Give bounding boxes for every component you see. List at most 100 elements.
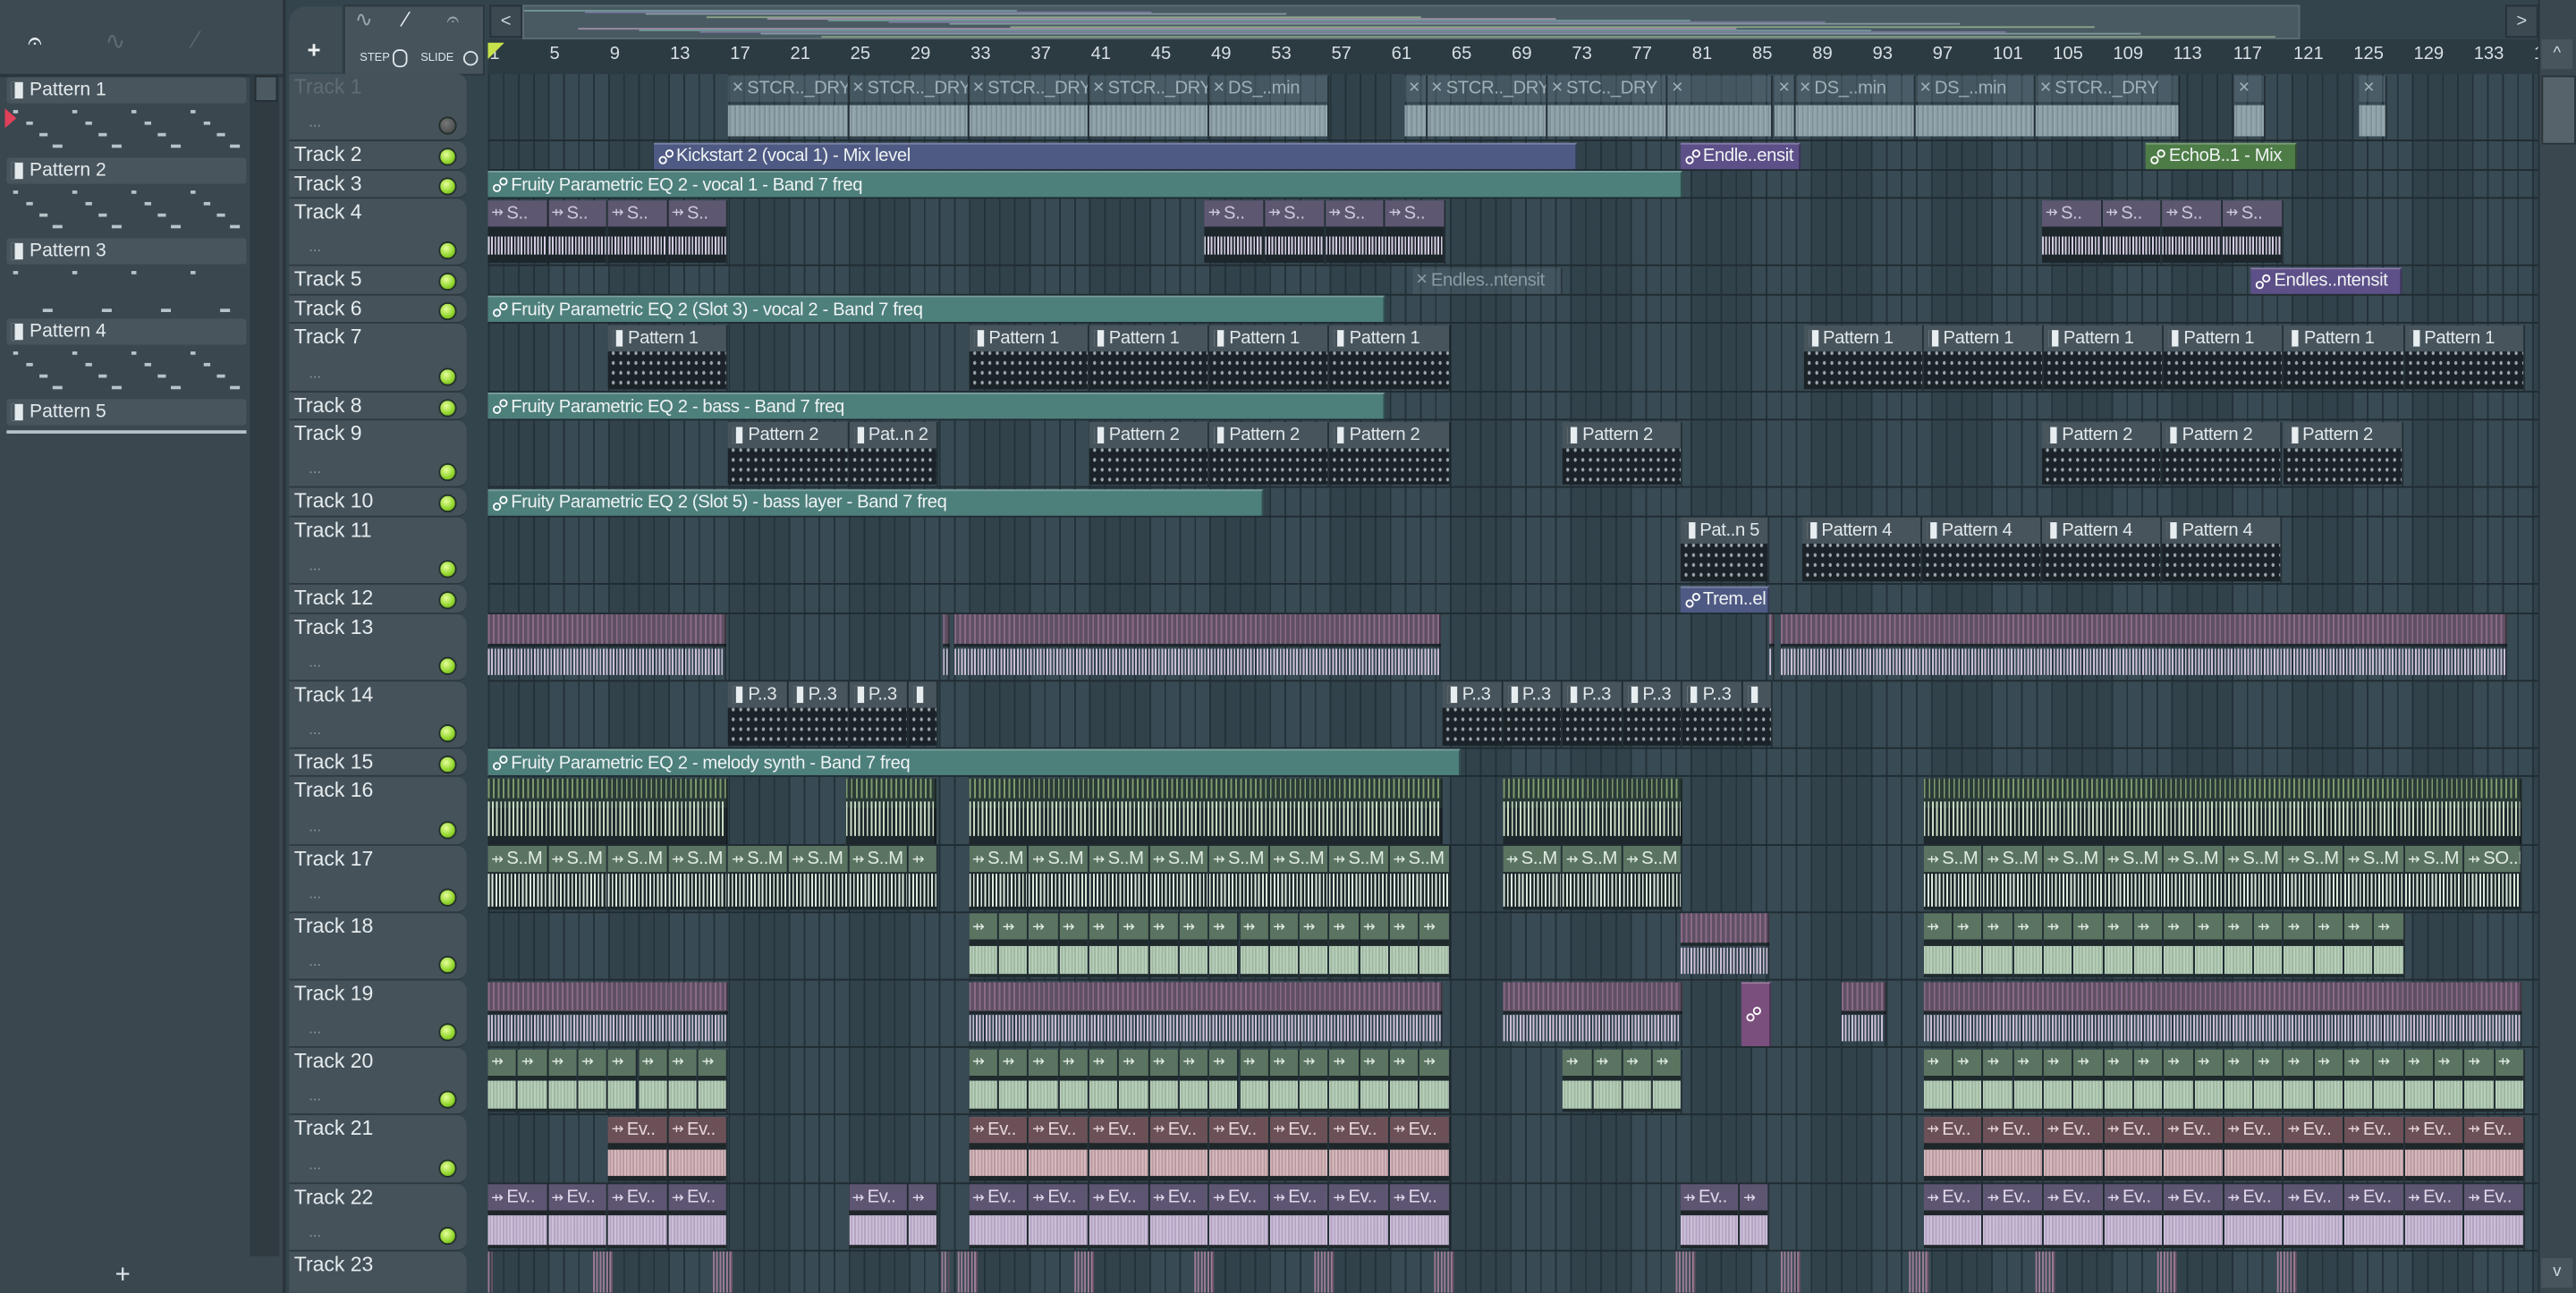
clip-header[interactable]: ✕ STCR.._DRY xyxy=(848,74,968,101)
clip-g2[interactable]: ⇸ xyxy=(518,1049,548,1114)
clip-header[interactable]: ⇸ xyxy=(1269,1049,1299,1076)
clip-thin[interactable] xyxy=(958,1252,979,1293)
clip-header[interactable]: Fruity Parametric EQ 2 - bass - Band 7 f… xyxy=(487,394,1383,419)
clip-thin[interactable] xyxy=(942,1252,950,1293)
clip-header[interactable]: ⇸ xyxy=(2043,913,2072,941)
clip-thin[interactable] xyxy=(2276,1252,2297,1293)
clip-pat[interactable]: Pattern 1 xyxy=(1089,325,1210,391)
clip-g2[interactable]: ⇸ xyxy=(2314,1049,2344,1114)
clip-teal[interactable]: Fruity Parametric EQ 2 - bass - Band 7 f… xyxy=(487,393,1385,419)
clip-g2[interactable]: ⇸ xyxy=(698,1049,729,1114)
clip-lav[interactable]: ⇸ S.. xyxy=(2102,199,2163,266)
clip-g2[interactable]: ⇸ xyxy=(1089,1049,1120,1114)
clip-header[interactable]: ⇸ xyxy=(487,1049,517,1076)
clip-lav[interactable]: ⇸ S.. xyxy=(1265,199,1326,266)
clip-header[interactable]: ⇸ S.. xyxy=(2162,199,2222,226)
clip-header[interactable]: ⇸ Ev.. xyxy=(1209,1116,1268,1144)
clip-header[interactable]: ⇸ xyxy=(2224,913,2253,941)
clip-sm[interactable]: ⇸ S..M xyxy=(1389,846,1451,911)
clip-header[interactable]: ⇸ xyxy=(2104,913,2132,941)
clip-thin[interactable] xyxy=(1780,1252,1801,1293)
clip-mar[interactable]: ⇸ Ev.. xyxy=(668,1116,729,1182)
clip-gray[interactable]: ✕ xyxy=(2234,74,2265,140)
clip-g2[interactable]: ⇸ xyxy=(2104,913,2134,979)
clip-spink[interactable] xyxy=(1923,981,2522,1047)
clip-g2[interactable]: ⇸ xyxy=(2284,1049,2315,1114)
clip-pur[interactable]: ⇸ Ev.. xyxy=(1029,1184,1089,1250)
clip-gray[interactable]: ✕ STC.._DRY xyxy=(1547,74,1668,140)
track-name[interactable]: Track 16 xyxy=(294,779,373,802)
pattern-list-scrollbar[interactable] xyxy=(250,73,280,1257)
clip-header[interactable]: Pattern 1 xyxy=(2043,325,2163,351)
track-enable-led[interactable] xyxy=(438,1226,457,1245)
clip-mar[interactable]: ⇸ Ev.. xyxy=(2343,1116,2405,1182)
clip-mar[interactable]: ⇸ Ev.. xyxy=(1983,1116,2044,1182)
clip-header[interactable]: ⇸ S..M xyxy=(2164,846,2223,873)
clip-mar[interactable]: ⇸ Ev.. xyxy=(607,1116,669,1182)
clip-ghost[interactable]: ✕ Endles..ntensit xyxy=(1412,267,1563,294)
scroll-right-button[interactable]: > xyxy=(2504,4,2538,38)
clip-sm[interactable]: ⇸ S..M xyxy=(1209,846,1270,911)
track-header[interactable]: Track 22... xyxy=(289,1183,467,1252)
clip-header[interactable]: Fruity Parametric EQ 2 (Slot 3) - vocal … xyxy=(487,298,1383,323)
clip-lav[interactable]: ⇸ S.. xyxy=(668,199,729,266)
clip-header[interactable]: Fruity Parametric EQ 2 - vocal 1 - Band … xyxy=(487,173,1681,198)
clip-header[interactable]: ⇸ S.. xyxy=(1385,199,1445,226)
clip-mar[interactable]: ⇸ Ev.. xyxy=(1923,1116,1984,1182)
clip-header[interactable]: Pattern 1 xyxy=(1923,325,2043,351)
clip-violet[interactable]: Endle..ensit xyxy=(1680,142,1801,169)
clip-mar[interactable]: ⇸ Ev.. xyxy=(1209,1116,1270,1182)
clip-header[interactable]: ⇸ S..M xyxy=(969,846,1028,873)
clip-header[interactable] xyxy=(909,681,937,708)
clip-header[interactable]: ⇸ Ev.. xyxy=(668,1116,727,1144)
track-name[interactable]: Track 6 xyxy=(294,297,362,320)
clip-header[interactable]: ⇸ Ev.. xyxy=(1329,1116,1388,1144)
clip-header[interactable]: ✕ DS_..min xyxy=(1209,74,1328,101)
clip-g2[interactable]: ⇸ xyxy=(2495,1049,2525,1114)
track-name[interactable]: Track 12 xyxy=(294,587,373,610)
clip-g2[interactable]: ⇸ xyxy=(1089,913,1120,979)
track-enable-led[interactable] xyxy=(438,591,457,610)
clip-header[interactable]: ⇸ Ev.. xyxy=(1269,1116,1328,1144)
clip-header[interactable]: ⇸ xyxy=(1300,913,1328,941)
clip-gray[interactable]: ✕ STCR.._DRY xyxy=(1089,74,1210,140)
pattern-clip-icon[interactable]: 𝄐 xyxy=(447,6,459,32)
clip-g2[interactable]: ⇸ xyxy=(1300,1049,1330,1114)
clip-header[interactable]: Pattern 1 xyxy=(607,325,727,351)
clip-agreen[interactable]: EchoB..1 - Mix xyxy=(2146,142,2297,169)
clip-mar[interactable]: ⇸ Ev.. xyxy=(2164,1116,2224,1182)
clip-spink[interactable] xyxy=(1780,613,2507,680)
clip-gray[interactable]: ✕ xyxy=(1404,74,1428,140)
clip-header[interactable]: Pattern 1 xyxy=(2404,325,2523,351)
clip-header[interactable]: ⇸ xyxy=(2404,1049,2433,1076)
clip-pat[interactable]: Pattern 4 xyxy=(1921,518,2043,583)
clip-g2[interactable]: ⇸ xyxy=(2374,913,2405,979)
clip-sm[interactable]: ⇸ S..M xyxy=(1563,846,1623,911)
clip-header[interactable]: Pattern 1 xyxy=(969,325,1088,351)
clip-header[interactable]: ⇸ xyxy=(1360,1049,1388,1076)
clip-header[interactable]: ⇸ S.. xyxy=(1325,199,1384,226)
clip-pur[interactable]: ⇸ Ev.. xyxy=(547,1184,608,1250)
clip-header[interactable]: ⇸ Ev.. xyxy=(2464,1184,2523,1211)
track-header[interactable]: Track 15 xyxy=(289,748,467,778)
track-name[interactable]: Track 14 xyxy=(294,682,373,706)
clip-header[interactable]: ⇸ xyxy=(2343,913,2373,941)
clip-thin[interactable] xyxy=(2156,1252,2176,1293)
clip-sm[interactable]: ⇸ S..M xyxy=(788,846,849,911)
track-name[interactable]: Track 9 xyxy=(294,422,362,445)
clip-mar[interactable]: ⇸ Ev.. xyxy=(1148,1116,1210,1182)
clip-thin[interactable] xyxy=(1908,1252,1928,1293)
clip-g2[interactable]: ⇸ xyxy=(2164,913,2194,979)
clip-teal[interactable]: Fruity Parametric EQ 2 - vocal 1 - Band … xyxy=(487,171,1683,198)
add-pattern-button[interactable]: + xyxy=(115,1262,131,1291)
clip-pat[interactable]: Pattern 2 xyxy=(2042,421,2163,487)
clip-header[interactable]: Pattern 2 xyxy=(1329,421,1449,448)
clip-lav[interactable]: ⇸ S.. xyxy=(2042,199,2103,266)
clip-header[interactable]: ⇸ S..M xyxy=(1502,846,1562,873)
clip-g2[interactable]: ⇸ xyxy=(1329,913,1360,979)
clip-header[interactable]: ⇸ xyxy=(2374,1049,2403,1076)
clip-header[interactable]: ⇸ xyxy=(1419,913,1449,941)
track-name[interactable]: Track 18 xyxy=(294,915,373,938)
clip-g2[interactable]: ⇸ xyxy=(2284,913,2315,979)
clip-teal[interactable]: Fruity Parametric EQ 2 (Slot 3) - vocal … xyxy=(487,296,1385,323)
